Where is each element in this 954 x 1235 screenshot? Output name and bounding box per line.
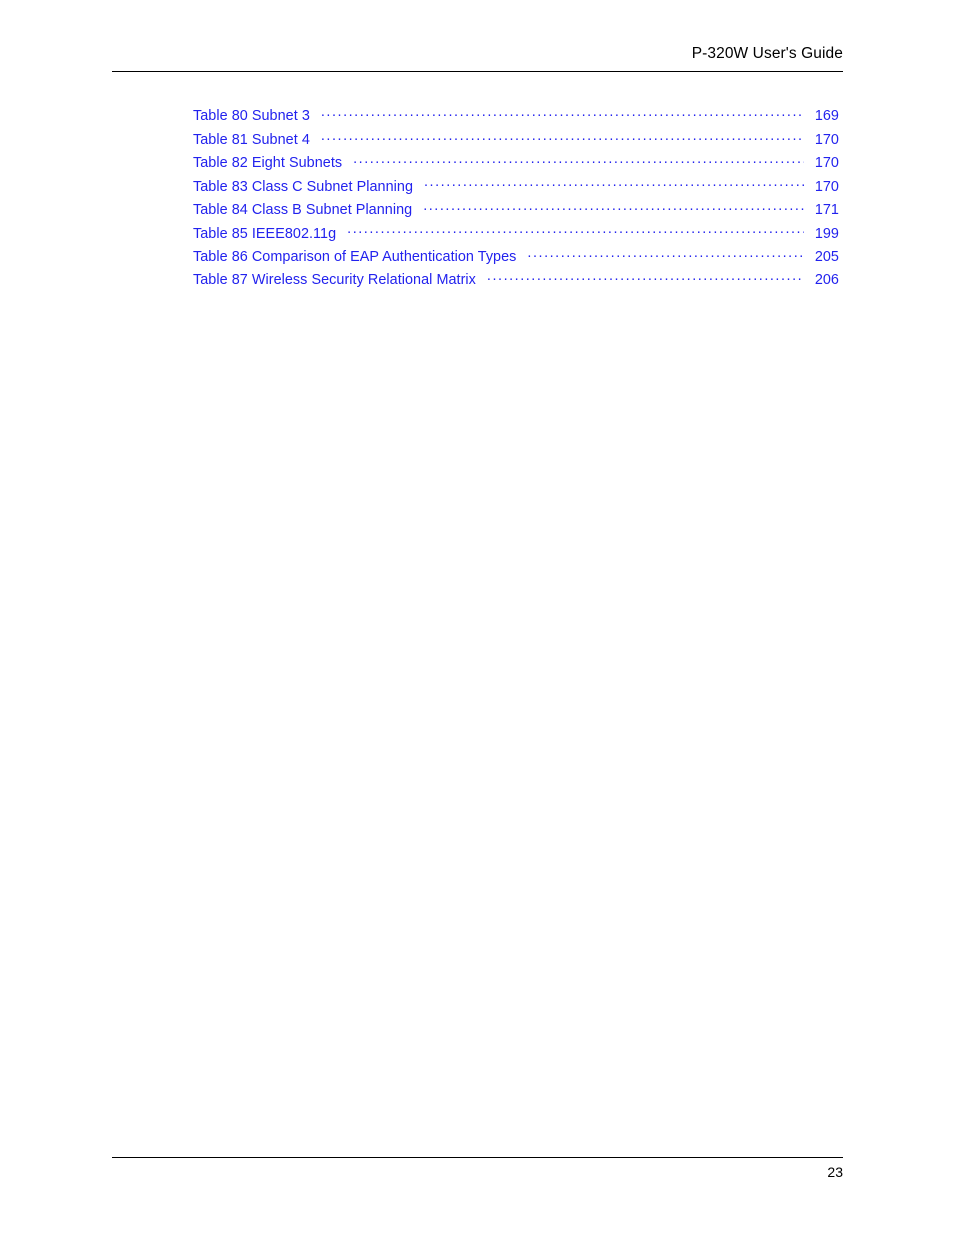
toc-entry-label: Table 83 Class C Subnet Planning [193, 178, 413, 195]
toc-entry[interactable]: Table 83 Class C Subnet Planning 170 [193, 176, 839, 199]
toc-dot-leader [321, 106, 804, 120]
toc-entry-page-number: 171 [814, 202, 839, 219]
toc-entry[interactable]: Table 84 Class B Subnet Planning 171 [193, 200, 839, 223]
toc-dot-leader [487, 270, 804, 284]
toc-entry-label: Table 84 Class B Subnet Planning [193, 202, 413, 219]
document-page: P-320W User's Guide Table 80 Subnet 3 16… [0, 0, 954, 1235]
toc-entry-page-number: 170 [814, 131, 839, 148]
page-header: P-320W User's Guide [112, 44, 843, 72]
toc-entry-page-number: 205 [814, 249, 839, 266]
toc-entry[interactable]: Table 86 Comparison of EAP Authenticatio… [193, 247, 839, 270]
toc-entry-label: Table 82 Eight Subnets [193, 155, 343, 172]
toc-entry-label: Table 85 IEEE802.11g [193, 225, 337, 242]
toc-entry[interactable]: Table 85 IEEE802.11g 199 [193, 223, 839, 246]
header-title: P-320W User's Guide [691, 45, 843, 62]
toc-dot-leader [353, 153, 804, 167]
toc-dot-leader [321, 129, 804, 143]
toc-dot-leader [423, 200, 804, 214]
toc-dot-leader [347, 223, 804, 237]
toc-entry-page-number: 170 [814, 155, 839, 172]
footer-page-number: 23 [827, 1164, 843, 1180]
toc-entry[interactable]: Table 81 Subnet 4 170 [193, 129, 839, 152]
toc-dot-leader [424, 176, 804, 190]
toc-entry-page-number: 169 [814, 108, 839, 125]
toc-entry-label: Table 80 Subnet 3 [193, 108, 310, 125]
toc-entry-label: Table 87 Wireless Security Relational Ma… [193, 272, 476, 289]
list-of-tables: Table 80 Subnet 3 169 Table 81 Subnet 4 … [193, 106, 839, 294]
toc-entry[interactable]: Table 87 Wireless Security Relational Ma… [193, 270, 839, 293]
toc-entry[interactable]: Table 80 Subnet 3 169 [193, 106, 839, 129]
toc-dot-leader [527, 247, 804, 261]
header-divider [112, 71, 843, 72]
toc-entry-page-number: 206 [814, 272, 839, 289]
toc-entry-page-number: 170 [814, 178, 839, 195]
toc-entry-label: Table 81 Subnet 4 [193, 131, 310, 148]
footer-divider [112, 1157, 843, 1158]
toc-entry-label: Table 86 Comparison of EAP Authenticatio… [193, 249, 517, 266]
page-footer: 23 [112, 1162, 843, 1182]
toc-entry[interactable]: Table 82 Eight Subnets 170 [193, 153, 839, 176]
toc-entry-page-number: 199 [814, 225, 839, 242]
